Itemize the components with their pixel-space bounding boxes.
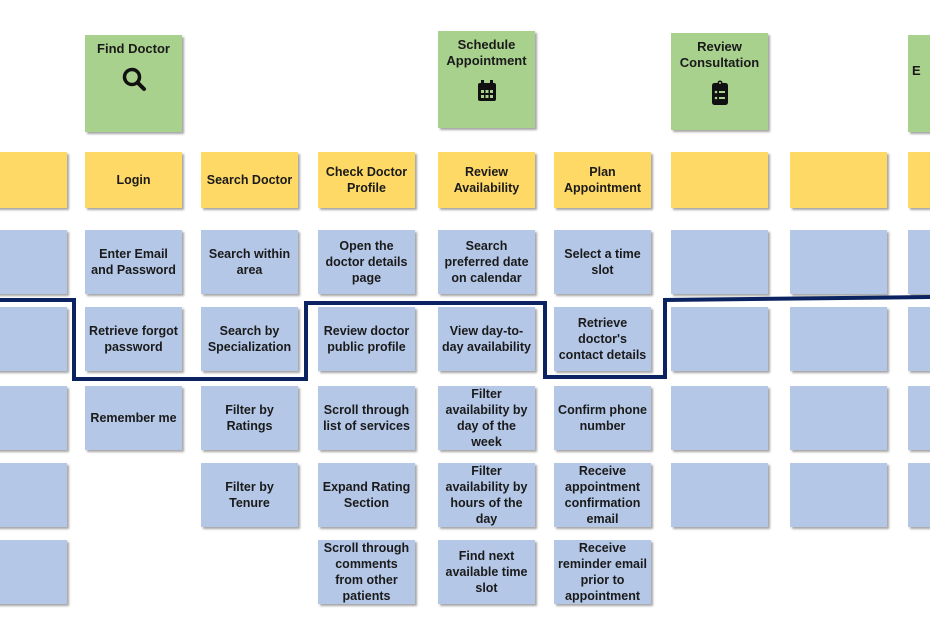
- calendar-icon: [473, 69, 501, 109]
- stage-card-label: Review Consultation: [679, 39, 760, 70]
- activity-card[interactable]: Search Doctor: [201, 152, 298, 208]
- activity-card[interactable]: Plan Appointment: [554, 152, 651, 208]
- task-card-label: Search within area: [208, 247, 291, 277]
- task-card[interactable]: [0, 230, 67, 294]
- task-card[interactable]: Retrieve forgot password: [85, 307, 182, 371]
- task-card-label: Search preferred date on calendar: [444, 239, 529, 285]
- activity-card[interactable]: [0, 152, 67, 208]
- task-card[interactable]: [671, 463, 768, 527]
- task-card-label: Confirm phone number: [558, 403, 647, 433]
- task-card[interactable]: Receive reminder email prior to appointm…: [554, 540, 651, 604]
- task-card[interactable]: Select a time slot: [554, 230, 651, 294]
- activity-card-label: Check Doctor Profile: [325, 165, 408, 195]
- task-card[interactable]: [671, 307, 768, 371]
- task-card-label: Select a time slot: [564, 247, 641, 277]
- task-card[interactable]: Filter availability by day of the week: [438, 386, 535, 450]
- activity-card[interactable]: [671, 152, 768, 208]
- task-card[interactable]: Find next available time slot: [438, 540, 535, 604]
- activity-card[interactable]: Login: [85, 152, 182, 208]
- task-card[interactable]: Open the doctor details page: [318, 230, 415, 294]
- task-card-label: View day-to-day availability: [442, 324, 531, 354]
- search-icon: [120, 57, 148, 97]
- task-card-label: Find next available time slot: [445, 549, 528, 595]
- task-card[interactable]: [790, 463, 887, 527]
- task-card[interactable]: Filter by Ratings: [201, 386, 298, 450]
- task-card[interactable]: Scroll through list of services: [318, 386, 415, 450]
- activity-card[interactable]: [790, 152, 887, 208]
- task-card-label: Filter availability by day of the week: [445, 387, 528, 449]
- activity-card-label: Search Doctor: [206, 173, 293, 187]
- clipboard-list-icon: [706, 71, 734, 111]
- task-card[interactable]: [908, 463, 930, 527]
- task-card[interactable]: [790, 230, 887, 294]
- task-card[interactable]: [908, 386, 930, 450]
- task-card[interactable]: Search within area: [201, 230, 298, 294]
- task-card-label: Remember me: [90, 411, 177, 425]
- task-card[interactable]: Enter Email and Password: [85, 230, 182, 294]
- task-card-label: Search by Specialization: [207, 324, 292, 354]
- task-card[interactable]: Search preferred date on calendar: [438, 230, 535, 294]
- activity-card[interactable]: Review Availability: [438, 152, 535, 208]
- task-card[interactable]: [671, 386, 768, 450]
- task-card-label: Open the doctor details page: [325, 239, 408, 285]
- stage-card[interactable]: E: [908, 35, 930, 132]
- task-card[interactable]: [908, 230, 930, 294]
- task-card-label: Retrieve doctor's contact details: [558, 316, 647, 362]
- task-card[interactable]: View day-to-day availability: [438, 307, 535, 371]
- task-card[interactable]: [0, 386, 67, 450]
- activity-card-label: Plan Appointment: [563, 165, 642, 195]
- task-card[interactable]: [0, 463, 67, 527]
- task-card[interactable]: Receive appointment confirmation email: [554, 463, 651, 527]
- task-card[interactable]: Search by Specialization: [201, 307, 298, 371]
- stage-card[interactable]: Find Doctor: [85, 35, 182, 132]
- activity-card-label: Review Availability: [453, 165, 520, 195]
- stage-card-label: Schedule Appointment: [446, 37, 527, 68]
- task-card[interactable]: Filter availability by hours of the day: [438, 463, 535, 527]
- task-card[interactable]: [0, 307, 67, 371]
- task-card[interactable]: Review doctor public profile: [318, 307, 415, 371]
- task-card[interactable]: [908, 307, 930, 371]
- activity-card[interactable]: Check Doctor Profile: [318, 152, 415, 208]
- stage-card-label: E: [912, 63, 921, 78]
- task-card-label: Expand Rating Section: [322, 480, 411, 510]
- task-card[interactable]: [0, 540, 67, 604]
- task-card-label: Scroll through list of services: [323, 403, 410, 433]
- task-card[interactable]: [790, 307, 887, 371]
- task-card-label: Receive reminder email prior to appointm…: [558, 541, 647, 603]
- task-card[interactable]: [790, 386, 887, 450]
- stage-card-label: Find Doctor: [97, 41, 170, 56]
- task-card-label: Filter by Tenure: [225, 480, 274, 510]
- task-card-label: Retrieve forgot password: [89, 324, 178, 354]
- task-card-label: Enter Email and Password: [91, 247, 176, 277]
- activity-card-label: Login: [116, 173, 151, 187]
- task-card[interactable]: Filter by Tenure: [201, 463, 298, 527]
- task-card-label: Review doctor public profile: [323, 324, 410, 354]
- task-card[interactable]: Remember me: [85, 386, 182, 450]
- activity-card[interactable]: [908, 152, 930, 208]
- stage-card[interactable]: Schedule Appointment: [438, 31, 535, 128]
- task-card[interactable]: Expand Rating Section: [318, 463, 415, 527]
- task-card-label: Filter by Ratings: [225, 403, 274, 433]
- task-card-label: Scroll through comments from other patie…: [323, 541, 410, 603]
- task-card[interactable]: Retrieve doctor's contact details: [554, 307, 651, 371]
- task-card[interactable]: [671, 230, 768, 294]
- task-card-label: Receive appointment confirmation email: [564, 464, 641, 526]
- task-card[interactable]: Confirm phone number: [554, 386, 651, 450]
- task-card-label: Filter availability by hours of the day: [445, 464, 528, 526]
- stage-card[interactable]: Review Consultation: [671, 33, 768, 130]
- task-card[interactable]: Scroll through comments from other patie…: [318, 540, 415, 604]
